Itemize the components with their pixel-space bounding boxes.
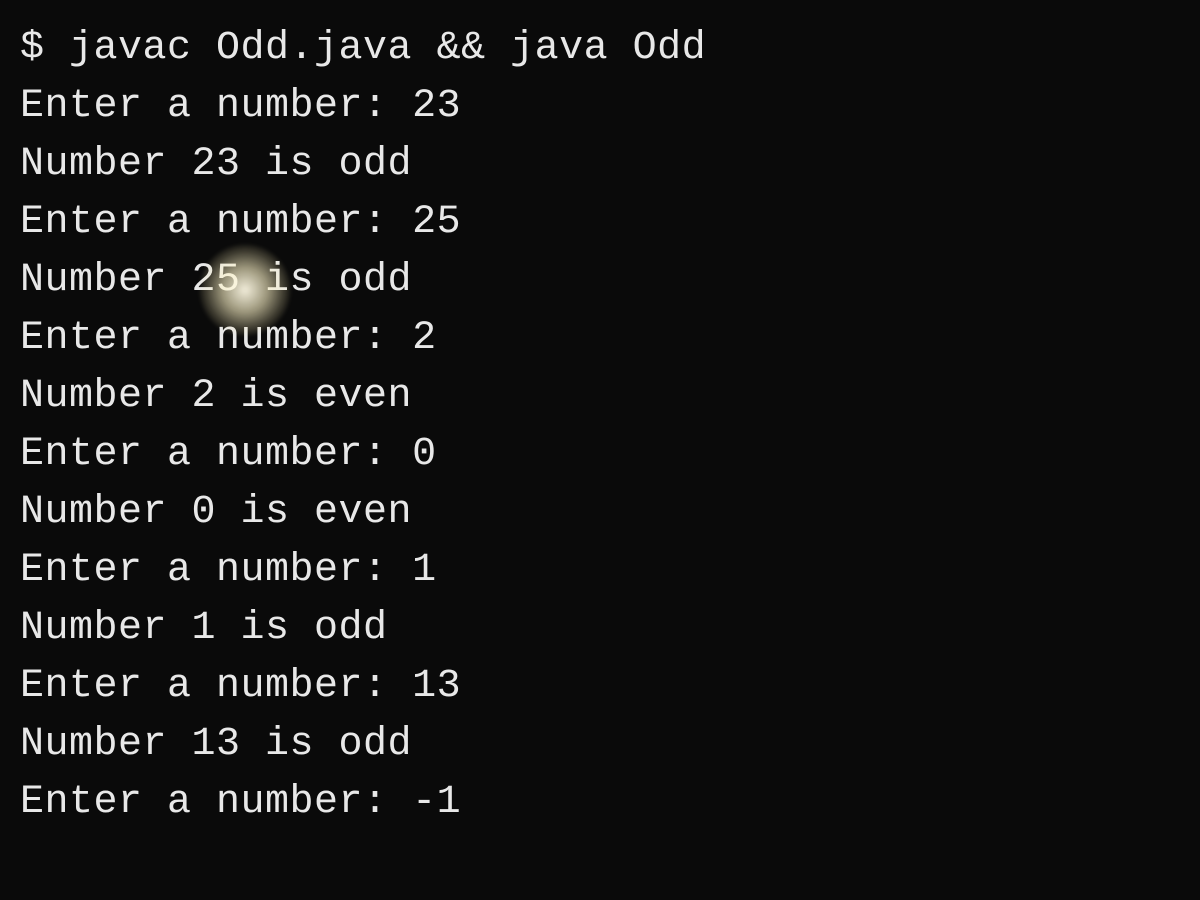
terminal-line: Enter a number: 13 bbox=[20, 658, 1180, 716]
terminal-line: Enter a number: -1 bbox=[20, 774, 1180, 832]
terminal-line: Number 2 is even bbox=[20, 368, 1180, 426]
terminal-window[interactable]: ▄▄▄▄▄ ▄▄▄▄▄▄▄ $ javac Odd.java && java O… bbox=[0, 0, 1200, 900]
terminal-line: $ javac Odd.java && java Odd bbox=[20, 20, 1180, 78]
terminal-line: Number 0 is even bbox=[20, 484, 1180, 542]
terminal-line: Enter a number: 1 bbox=[20, 542, 1180, 600]
terminal-line: Enter a number: 2 bbox=[20, 310, 1180, 368]
terminal-line: Enter a number: 25 bbox=[20, 194, 1180, 252]
terminal-line: Enter a number: 23 bbox=[20, 78, 1180, 136]
terminal-line: Number 25 is odd bbox=[20, 252, 1180, 310]
terminal-line: Enter a number: 0 bbox=[20, 426, 1180, 484]
partial-previous-line: ▄▄▄▄▄ ▄▄▄▄▄▄▄ bbox=[0, 0, 1200, 3]
terminal-line: Number 23 is odd bbox=[20, 136, 1180, 194]
terminal-line: Number 1 is odd bbox=[20, 600, 1180, 658]
terminal-line: Number 13 is odd bbox=[20, 716, 1180, 774]
